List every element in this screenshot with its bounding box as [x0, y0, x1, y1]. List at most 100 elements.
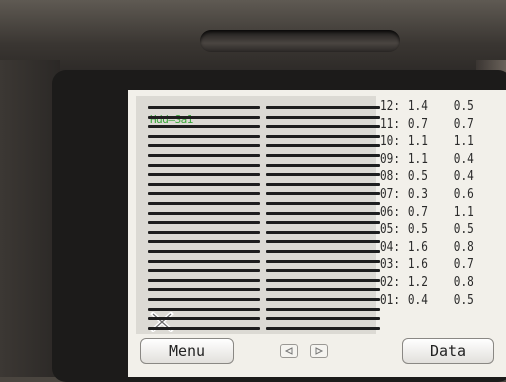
trace-bar [148, 134, 260, 138]
readout-value-1: 1.6 [407, 238, 428, 255]
channel-number: 03: [380, 256, 401, 273]
data-button[interactable]: Data [402, 338, 494, 364]
trace-bar [148, 317, 260, 321]
trace-bar [148, 202, 260, 205]
channel-number: 09: [380, 150, 401, 167]
readout-row: 11: 0.7 0.7 [380, 116, 483, 132]
channel-number: 04: [380, 238, 401, 255]
channel-number: 07: [380, 186, 401, 202]
trace-bar [148, 326, 260, 330]
trace-bar [266, 211, 380, 215]
readout-value-1: 1.2 [407, 274, 428, 290]
trace-bar [148, 144, 260, 148]
readout-row: 12: 1.4 0.5 [380, 98, 483, 114]
trace-bar [266, 230, 380, 234]
readout-value-1: 1.1 [407, 150, 428, 167]
channel-number: 10: [380, 133, 401, 150]
trace-bar [266, 125, 380, 129]
trace-bar [148, 298, 260, 301]
device-screen: Hdd—Sa1 12: 1.4 0.5 11: 0.7 0.7 10: 1.1 1.1 09: 1.… [128, 90, 506, 377]
prev-button[interactable] [280, 344, 298, 358]
readout-row: 07: 0.3 0.6 [380, 186, 483, 202]
trace-bar [266, 192, 380, 196]
triangle-left-icon [284, 347, 293, 355]
trace-bar [148, 115, 260, 119]
trace-bar [148, 221, 260, 225]
trace-bar [148, 230, 260, 234]
readout-row: 06: 0.7 1.1 [380, 204, 483, 220]
trace-bar [148, 182, 260, 186]
readout-value-1: 1.1 [407, 133, 428, 150]
trace-bar [266, 326, 380, 330]
triangle-right-icon [315, 347, 324, 355]
trace-bar [148, 163, 260, 167]
readout-row: 08: 0.5 0.4 [380, 168, 483, 184]
readout-row: 03: 1.6 0.7 [380, 256, 483, 272]
channel-number: 12: [380, 98, 401, 114]
readout-row: 04: 1.6 0.8 [380, 239, 483, 255]
readout-value-1: 0.7 [407, 203, 428, 220]
trace-bar [148, 278, 260, 282]
trace-panel: Hdd—Sa1 [136, 96, 380, 334]
trace-bar [148, 106, 260, 109]
readout-value-2: 0.5 [453, 291, 474, 308]
readout-row: 10: 1.1 1.1 [380, 133, 483, 149]
channel-number: 01: [380, 291, 401, 308]
menu-button[interactable]: Menu [140, 338, 234, 364]
readout-value-2: 0.4 [453, 150, 474, 167]
trace-bar [148, 307, 260, 311]
readout-value-2: 0.8 [453, 274, 474, 290]
trace-label: Hdd—Sa1 [150, 113, 193, 126]
readout-value-2: 0.8 [453, 238, 474, 255]
readout-value-1: 0.3 [407, 186, 428, 202]
trace-bar [266, 163, 380, 167]
readout-value-2: 0.5 [453, 98, 474, 114]
trace-bar [266, 154, 380, 157]
trace-bar [266, 269, 380, 273]
readout-value-2: 0.7 [453, 256, 474, 273]
channel-number: 06: [380, 203, 401, 220]
readout-value-1: 0.5 [407, 168, 428, 185]
channel-number: 05: [380, 221, 401, 238]
readout-value-1: 0.5 [407, 221, 428, 238]
readout-value-2: 0.7 [453, 115, 474, 132]
next-button[interactable] [310, 344, 328, 358]
trace-bar [266, 317, 380, 321]
trace-bar [148, 240, 260, 244]
trace-bar [266, 202, 380, 205]
readout-row: 01: 0.4 0.5 [380, 292, 483, 308]
device-housing-left [0, 60, 60, 377]
readout-value-2: 0.4 [453, 168, 474, 185]
trace-bar [148, 125, 260, 129]
trace-bar [266, 250, 380, 253]
channel-number: 02: [380, 274, 401, 290]
readout-value-1: 1.4 [407, 98, 428, 114]
trace-bar [148, 250, 260, 253]
channel-number: 11: [380, 115, 401, 132]
trace-bar [148, 173, 260, 177]
trace-bar [148, 259, 260, 263]
readout-value-2: 0.6 [453, 186, 474, 202]
readout-value-2: 0.5 [453, 221, 474, 238]
channel-number: 08: [380, 168, 401, 185]
trace-bar [266, 298, 380, 301]
trace-bar [266, 221, 380, 225]
trace-bar [148, 154, 260, 157]
trace-bar [148, 269, 260, 273]
trace-bar [266, 307, 380, 311]
readout-value-1: 0.7 [407, 115, 428, 132]
readout-value-1: 1.6 [407, 256, 428, 273]
readout-row: 05: 0.5 0.5 [380, 221, 483, 237]
trace-bar [266, 278, 380, 282]
readout-row: 02: 1.2 0.8 [380, 274, 483, 290]
readout-value-1: 0.4 [407, 291, 428, 308]
readout-row: 09: 1.1 0.4 [380, 151, 483, 167]
trace-bar [148, 211, 260, 215]
trace-bar [148, 192, 260, 196]
trace-bar [266, 144, 380, 148]
device-speaker-slot [200, 30, 400, 52]
readout-value-2: 1.1 [453, 133, 474, 150]
trace-bar [266, 288, 380, 292]
trace-bar [266, 134, 380, 138]
trace-bar [266, 259, 380, 263]
